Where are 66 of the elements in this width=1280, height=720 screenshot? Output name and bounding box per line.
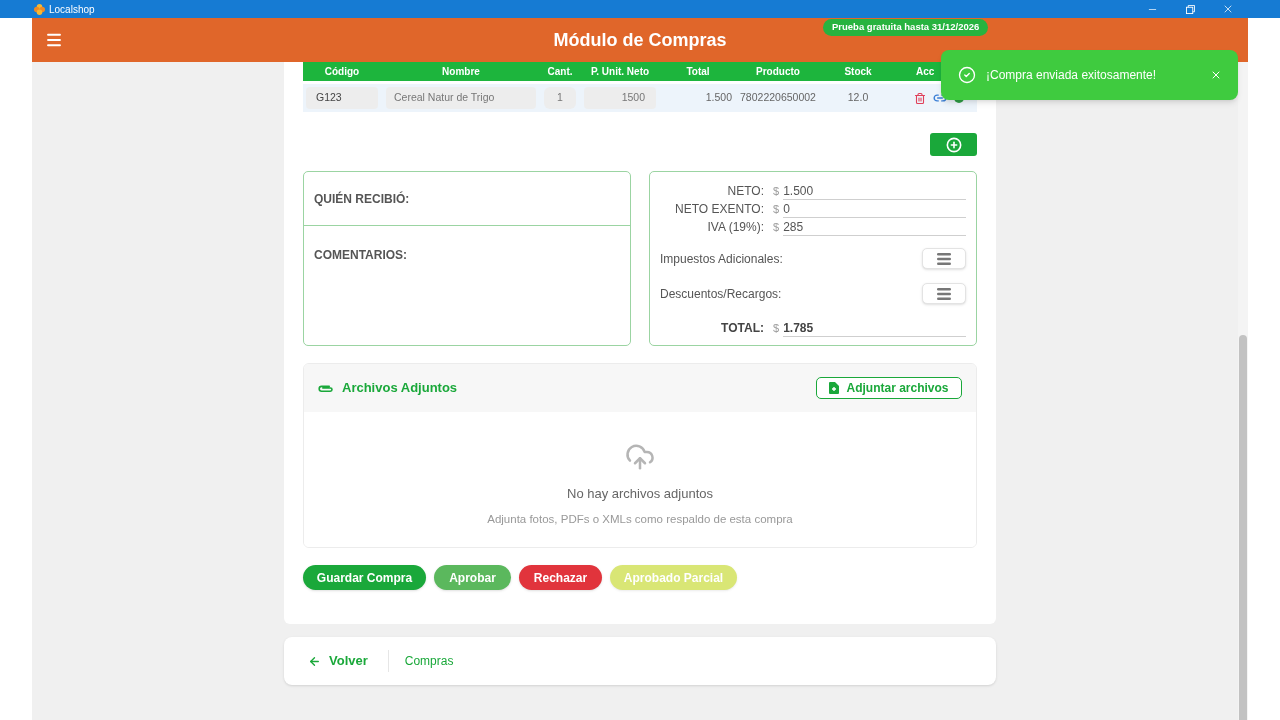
column-header: Cant.: [546, 65, 574, 79]
name-field[interactable]: Cereal Natur de Trigo: [386, 87, 536, 109]
close-icon: [1210, 69, 1222, 81]
total-label: TOTAL:: [720, 320, 764, 337]
breadcrumb-link[interactable]: Compras: [404, 652, 454, 670]
options-button[interactable]: [922, 248, 966, 269]
menu-button[interactable]: [45, 31, 63, 49]
empty-state-title: No hay archivos adjuntos: [567, 485, 713, 503]
check-circle-icon: [958, 66, 976, 84]
action-button[interactable]: Aprobar: [434, 565, 511, 590]
column-header: Producto: [755, 65, 801, 79]
trial-badge: Prueba gratuita hasta 31/12/2026: [823, 19, 989, 36]
received-by-label: QUIÉN RECIBIÓ:: [314, 190, 410, 208]
menu-icon: [937, 287, 951, 300]
total-label: NETO EXENTO:: [674, 201, 764, 218]
link-icon: [933, 91, 947, 105]
amount-field[interactable]: 285: [783, 218, 966, 236]
toast-message: ¡Compra enviada exitosamente!: [986, 67, 1157, 84]
quantity-field[interactable]: 1: [544, 87, 576, 109]
currency-symbol: $: [773, 219, 780, 235]
action-button[interactable]: Rechazar: [519, 565, 602, 590]
column-header: Acc: [916, 65, 935, 79]
table-cell: 7802220650002: [740, 90, 816, 106]
app-logo-icon: [34, 3, 45, 15]
attachments-title: Archivos Adjuntos: [342, 379, 458, 398]
attach-files-button[interactable]: Adjuntar archivos: [816, 377, 962, 399]
menu-icon: [45, 31, 63, 49]
total-label: IVA (19%):: [706, 219, 764, 236]
delete-button[interactable]: [914, 91, 926, 105]
amount-field[interactable]: 0: [783, 200, 966, 218]
table-cell-text: 12.0: [846, 90, 870, 106]
column-header: Stock: [843, 65, 873, 79]
adjustment-label: Impuestos Adicionales:: [660, 250, 783, 268]
comments-label: COMENTARIOS:: [314, 248, 408, 262]
column-header: P. Unit. Neto: [589, 65, 651, 79]
adjustment-label: Descuentos/Recargos:: [660, 285, 782, 303]
add-row-button[interactable]: [930, 133, 977, 156]
action-button[interactable]: Guardar Compra: [303, 565, 426, 590]
code-field[interactable]: G123: [306, 87, 378, 109]
link-button[interactable]: [933, 91, 947, 105]
scrollbar-thumb[interactable]: [1239, 335, 1247, 720]
back-button[interactable]: Volver: [308, 651, 368, 671]
total-label: NETO:: [726, 183, 764, 200]
close-icon: [1222, 3, 1234, 15]
empty-state-hint: Adjunta fotos, PDFs o XMLs como respaldo de esta compra: [487, 511, 793, 527]
table-cell-text: 1.500: [704, 90, 732, 106]
plus-circle-icon: [945, 136, 962, 153]
arrow-left-icon: [308, 654, 321, 668]
restore-icon: [1185, 4, 1195, 14]
page-title: Módulo de Compras: [553, 28, 727, 52]
paperclip-icon: [318, 383, 334, 393]
currency-symbol: $: [773, 320, 780, 336]
trash-icon: [914, 91, 926, 105]
currency-symbol: $: [773, 201, 780, 217]
menu-icon: [937, 252, 951, 265]
currency-symbol: $: [773, 183, 780, 199]
amount-field[interactable]: 1.785: [783, 319, 966, 337]
window-title: Localshop: [49, 2, 95, 17]
column-header: Total: [685, 65, 711, 79]
column-header: Nombre: [441, 65, 481, 79]
options-button[interactable]: [922, 283, 966, 304]
price-field[interactable]: 1500: [584, 87, 656, 109]
file-plus-icon: [829, 382, 840, 394]
amount-field[interactable]: 1.500: [783, 182, 966, 200]
toast-close-button[interactable]: [1210, 69, 1222, 81]
column-header: Código: [323, 65, 361, 79]
